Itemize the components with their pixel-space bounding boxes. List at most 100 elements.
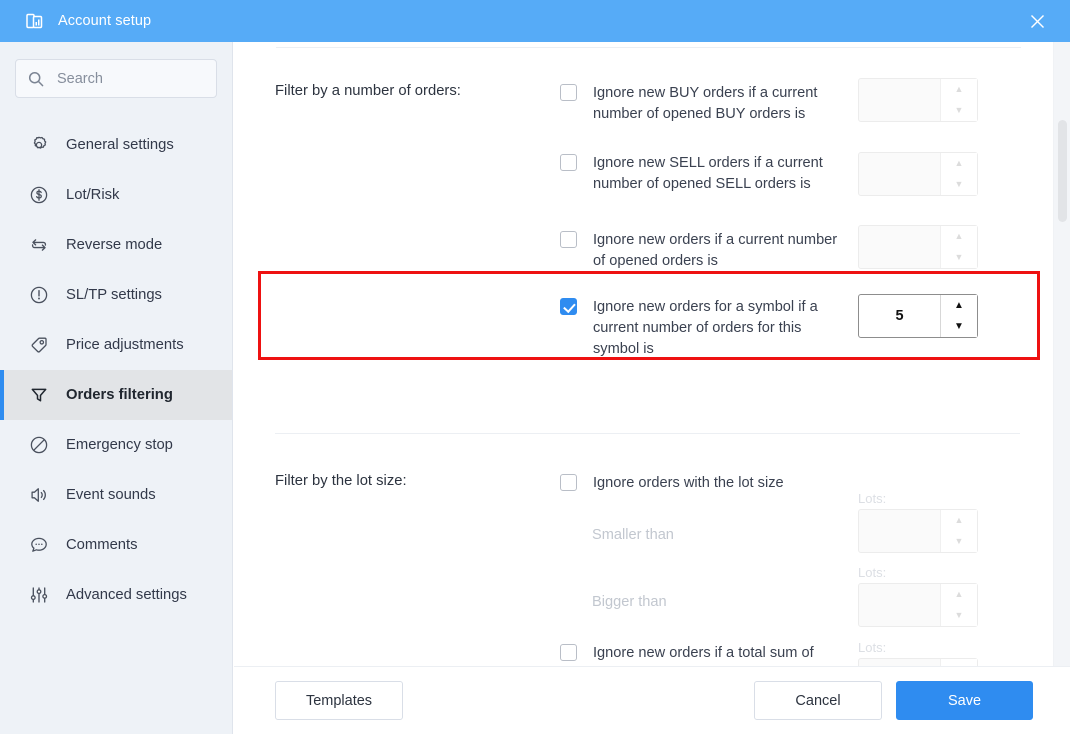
lots-label-total-sum: Lots: (858, 640, 887, 655)
templates-button[interactable]: Templates (275, 681, 403, 720)
section-filter-by-lot-size: Filter by the lot size: Ignore orders wi… (234, 433, 1070, 666)
spinner-value (859, 226, 940, 268)
close-icon[interactable] (1024, 8, 1050, 34)
sidebar-item-reverse-mode[interactable]: Reverse mode (0, 220, 232, 270)
spinner-buttons: ▲ ▼ (940, 295, 977, 337)
spinner-buttons: ▲ ▼ (940, 226, 977, 268)
row-label: Ignore new orders if a total sum of curr… (593, 645, 814, 661)
spinner-down-icon[interactable]: ▼ (941, 174, 977, 195)
cancel-button[interactable]: Cancel (754, 681, 882, 720)
spinner-symbol-orders-count[interactable]: 5 ▲ ▼ (858, 294, 978, 338)
vertical-scrollbar[interactable] (1053, 42, 1070, 666)
spinner-lot-total-sum[interactable]: ▲ ▼ (858, 658, 978, 666)
sidebar-item-price-adjustments[interactable]: Price adjustments (0, 320, 232, 370)
sidebar-item-event-sounds[interactable]: Event sounds (0, 470, 232, 520)
footer-bar: Templates Cancel Save (234, 666, 1070, 734)
sidebar-item-orders-filtering[interactable]: Orders filtering (0, 370, 232, 420)
row-label: Ignore new BUY orders if a current numbe… (593, 85, 818, 122)
spinner-value (859, 659, 940, 666)
spinner-lot-bigger-than[interactable]: ▲ ▼ (858, 583, 978, 627)
lot-row-bigger-than: Bigger than (576, 592, 876, 613)
checkbox-ignore-new-orders-total-lots[interactable] (560, 644, 577, 661)
funnel-icon (28, 384, 50, 406)
title-bar: Account setup (0, 0, 1070, 42)
section-title: Filter by a number of orders: (275, 83, 461, 99)
tag-icon (28, 334, 50, 356)
sidebar-item-sl-tp-settings[interactable]: SL/TP settings (0, 270, 232, 320)
no-entry-icon (28, 434, 50, 456)
sidebar-item-label: SL/TP settings (66, 287, 162, 303)
spinner-up-icon[interactable]: ▲ (941, 226, 977, 247)
section-title: Filter by the lot size: (275, 473, 407, 489)
filter-row-sell-orders: Ignore new SELL orders if a current numb… (560, 153, 860, 195)
sidebar-item-advanced-settings[interactable]: Advanced settings (0, 570, 232, 620)
checkbox-ignore-new-orders-total[interactable] (560, 231, 577, 248)
search-input[interactable] (55, 69, 205, 88)
sidebar-item-label: Reverse mode (66, 237, 163, 253)
exclamation-circle-icon (28, 284, 50, 306)
scrollbar-thumb[interactable] (1058, 120, 1067, 222)
save-button[interactable]: Save (896, 681, 1033, 720)
sidebar-item-label: Lot/Risk (66, 187, 120, 203)
account-setup-window: Account setup Search General settings Lo… (0, 0, 1070, 734)
sidebar-item-lot-risk[interactable]: Lot/Risk (0, 170, 232, 220)
spinner-up-icon[interactable]: ▲ (941, 295, 977, 316)
dollar-circle-icon (28, 184, 50, 206)
speaker-icon (28, 484, 50, 506)
row-label: Ignore new orders for a symbol if a curr… (593, 299, 818, 357)
spinner-up-icon[interactable]: ▲ (941, 510, 977, 531)
sidebar-item-label: Emergency stop (66, 437, 173, 453)
spinner-sell-orders-count[interactable]: ▲ ▼ (858, 152, 978, 196)
sidebar-item-label: General settings (66, 137, 174, 153)
sidebar-item-emergency-stop[interactable]: Emergency stop (0, 420, 232, 470)
spinner-down-icon[interactable]: ▼ (941, 605, 977, 626)
row-label: Ignore orders with the lot size (593, 475, 784, 491)
lot-row-ignore-orders-with-lot-size: Ignore orders with the lot size (560, 473, 860, 494)
sidebar-item-general-settings[interactable]: General settings (0, 120, 232, 170)
sliders-icon (28, 584, 50, 606)
checkbox-ignore-new-orders-for-symbol[interactable] (560, 298, 577, 315)
search-box[interactable] (15, 59, 217, 98)
spinner-buttons: ▲ ▼ (940, 584, 977, 626)
sidebar-item-comments[interactable]: Comments (0, 520, 232, 570)
spinner-value (859, 153, 940, 195)
settings-scroll-area: Filter by a number of orders: Ignore new… (234, 42, 1070, 666)
row-label: Smaller than (592, 527, 674, 543)
spinner-total-orders-count[interactable]: ▲ ▼ (858, 225, 978, 269)
spinner-buttons: ▲ ▼ (940, 153, 977, 195)
spinner-up-icon[interactable]: ▲ (941, 659, 977, 667)
checkbox-ignore-new-sell-orders[interactable] (560, 154, 577, 171)
spinner-up-icon[interactable]: ▲ (941, 584, 977, 605)
sidebar-item-label: Price adjustments (66, 337, 184, 353)
spinner-value: 5 (895, 308, 904, 324)
sidebar-item-label: Advanced settings (66, 587, 187, 603)
lots-label-bigger-than: Lots: (858, 565, 887, 580)
spinner-buy-orders-count[interactable]: ▲ ▼ (858, 78, 978, 122)
spinner-down-icon[interactable]: ▼ (941, 247, 977, 268)
spinner-down-icon[interactable]: ▼ (941, 531, 977, 552)
checkbox-ignore-orders-with-lot-size[interactable] (560, 474, 577, 491)
filter-row-symbol-orders: Ignore new orders for a symbol if a curr… (560, 297, 860, 360)
spinner-down-icon[interactable]: ▼ (941, 316, 977, 337)
checkbox-ignore-new-buy-orders[interactable] (560, 84, 577, 101)
swap-arrows-icon (28, 234, 50, 256)
chat-bubble-icon (28, 534, 50, 556)
search-icon (28, 71, 44, 87)
lot-row-smaller-than: Smaller than (576, 525, 876, 546)
window-title: Account setup (58, 13, 152, 29)
spinner-value (859, 510, 940, 552)
spinner-down-icon[interactable]: ▼ (941, 100, 977, 121)
gear-icon (28, 134, 50, 156)
spinner-buttons: ▲ ▼ (940, 659, 977, 666)
spinner-up-icon[interactable]: ▲ (941, 153, 977, 174)
spinner-lot-smaller-than[interactable]: ▲ ▼ (858, 509, 978, 553)
spinner-up-icon[interactable]: ▲ (941, 79, 977, 100)
section-filter-by-number-of-orders: Filter by a number of orders: Ignore new… (234, 42, 1070, 434)
sidebar: General settings Lot/Risk (0, 42, 233, 734)
spinner-value (859, 584, 940, 626)
sidebar-item-label: Comments (66, 537, 138, 553)
sidebar-item-label: Event sounds (66, 487, 156, 503)
row-label: Ignore new orders if a current number of… (593, 232, 838, 269)
lot-row-total-sum: Ignore new orders if a total sum of curr… (560, 643, 860, 666)
main-panel: Filter by a number of orders: Ignore new… (234, 42, 1070, 734)
